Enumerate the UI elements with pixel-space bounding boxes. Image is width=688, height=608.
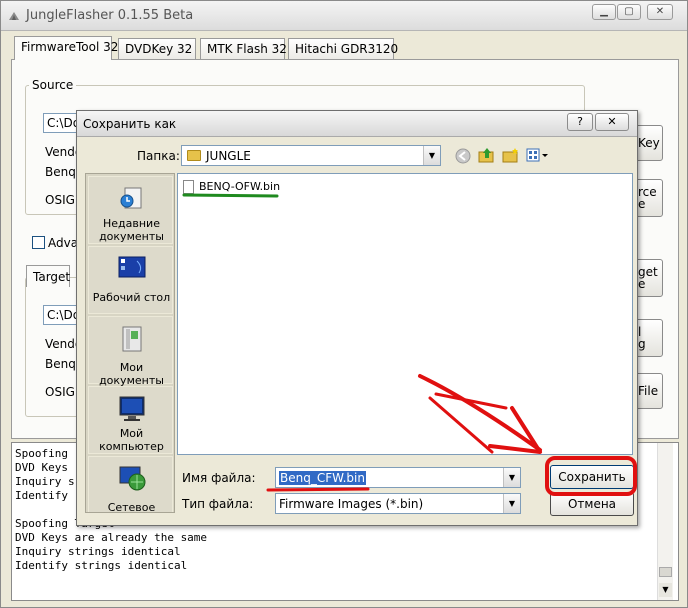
close-icon: ✕ xyxy=(607,115,617,128)
close-button[interactable]: ✕ xyxy=(647,4,673,20)
chevron-down-icon[interactable]: ▼ xyxy=(503,494,520,513)
new-folder-icon[interactable] xyxy=(502,147,520,164)
place-label: Рабочий стол xyxy=(92,291,171,304)
minimize-button[interactable]: ▁ xyxy=(592,4,616,20)
target-osig-label: OSIG: xyxy=(45,385,79,399)
log-line: DVD Keys are already the same xyxy=(15,531,208,544)
filetype-select[interactable]: Firmware Images (*.bin) ▼ xyxy=(275,493,521,514)
target-file-button-label: get e xyxy=(638,265,658,291)
tab-dvdkey[interactable]: DVDKey 32 xyxy=(118,38,196,59)
save-as-dialog: Сохранить как ? ✕ Папка: JUNGLE ▼ Недавн… xyxy=(76,110,638,526)
my-documents-icon xyxy=(122,326,142,352)
target-tab-label[interactable]: Target xyxy=(26,265,70,287)
chevron-down-icon[interactable]: ▼ xyxy=(503,468,520,487)
filetype-value: Firmware Images (*.bin) xyxy=(279,497,424,511)
folder-icon xyxy=(187,150,201,161)
place-recent-documents[interactable]: Недавние документы xyxy=(88,176,173,244)
flash-button-label: l g xyxy=(638,325,646,351)
minimize-icon: ▁ xyxy=(600,6,608,17)
dialog-close-button[interactable]: ✕ xyxy=(595,113,629,131)
help-icon: ? xyxy=(577,115,583,128)
window-title: JungleFlasher 0.1.55 Beta xyxy=(26,8,194,23)
file-list[interactable]: BENQ-OFW.bin xyxy=(177,173,633,455)
place-label: Сетевое xyxy=(107,501,156,513)
target-vendor-value: Benq xyxy=(45,357,76,371)
app-icon xyxy=(9,12,19,20)
up-folder-icon[interactable] xyxy=(478,147,496,164)
key-button-label: Key xyxy=(638,136,660,150)
maximize-icon: ▢ xyxy=(624,6,634,17)
tab-firmwaretool[interactable]: FirmwareTool 32 xyxy=(14,36,118,60)
save-file-button-label: File xyxy=(638,384,659,398)
source-vendor-value: Benq xyxy=(45,165,76,179)
place-desktop[interactable]: Рабочий стол xyxy=(88,246,173,314)
cancel-button[interactable]: Отмена xyxy=(550,492,634,516)
desktop-icon xyxy=(118,256,146,278)
file-item[interactable]: BENQ-OFW.bin xyxy=(183,179,283,195)
log-line: Identify strings identical xyxy=(15,559,188,572)
dialog-title-bar: Сохранить как ? ✕ xyxy=(77,111,637,137)
place-my-computer[interactable]: Мой компьютер xyxy=(88,386,173,454)
filename-value: Benq_CFW.bin xyxy=(279,471,366,485)
place-network[interactable]: Сетевое xyxy=(88,456,173,513)
folder-label: Папка: xyxy=(137,149,180,163)
place-label: Мой компьютер xyxy=(99,427,164,453)
source-group-label: Source xyxy=(29,78,77,92)
folder-combobox[interactable]: JUNGLE ▼ xyxy=(181,145,441,166)
back-icon[interactable] xyxy=(455,148,471,164)
filetype-label: Тип файла: xyxy=(182,497,254,511)
tab-hitachi[interactable]: Hitachi GDR3120 xyxy=(288,38,398,59)
places-bar: Недавние документы Рабочий стол Мои доку… xyxy=(85,173,175,513)
filename-input[interactable]: Benq_CFW.bin ▼ xyxy=(275,467,521,488)
tab-mtk-flash[interactable]: MTK Flash 32 xyxy=(200,38,287,59)
file-name: BENQ-OFW.bin xyxy=(199,180,281,193)
network-icon xyxy=(119,466,146,491)
scrollbar-thumb[interactable] xyxy=(659,567,672,577)
folder-value: JUNGLE xyxy=(206,149,251,163)
advanced-checkbox[interactable] xyxy=(32,236,45,249)
log-scrollbar[interactable]: ▼ xyxy=(657,443,673,600)
chevron-down-icon[interactable]: ▼ xyxy=(423,146,440,165)
my-computer-icon xyxy=(119,396,145,421)
log-line: Inquiry strings identical xyxy=(15,545,181,558)
maximize-button[interactable]: ▢ xyxy=(617,4,641,20)
place-my-documents[interactable]: Мои документы xyxy=(88,316,173,387)
place-label: Недавние документы xyxy=(99,217,164,243)
recent-documents-icon xyxy=(120,187,142,209)
save-button[interactable]: Сохранить xyxy=(550,465,634,489)
dialog-title: Сохранить как xyxy=(83,117,177,131)
place-label: Мои документы xyxy=(99,361,164,387)
close-icon: ✕ xyxy=(655,6,665,17)
view-menu-icon[interactable] xyxy=(526,148,550,163)
source-osig-label: OSIG: xyxy=(45,193,79,207)
title-bar: JungleFlasher 0.1.55 Beta ▁ ▢ ✕ xyxy=(1,1,687,31)
scroll-down-icon[interactable]: ▼ xyxy=(659,583,672,597)
filename-label: Имя файла: xyxy=(182,471,256,485)
help-button[interactable]: ? xyxy=(567,113,593,131)
file-icon xyxy=(183,180,194,194)
source-file-button-label: rce e xyxy=(638,185,657,211)
